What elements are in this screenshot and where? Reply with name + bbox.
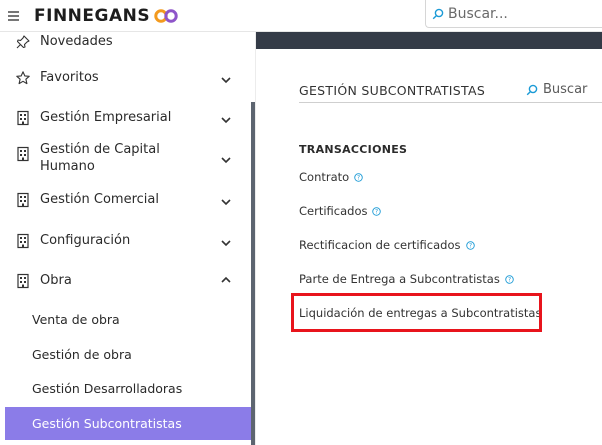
sidebar-item-gestion-empresarial[interactable]: Gestión Empresarial [0, 102, 252, 134]
chevron-down-icon[interactable] [219, 195, 233, 209]
sidebar-subitem-gestion-subcontratistas[interactable]: Gestión Subcontratistas [5, 407, 251, 440]
help-icon[interactable]: ? [354, 172, 363, 182]
sidebar-item-favoritos[interactable]: Favoritos [0, 62, 252, 94]
title-divider [299, 102, 602, 103]
help-icon[interactable]: ? [505, 274, 514, 284]
section-title-transacciones: TRANSACCIONES [299, 143, 408, 156]
help-icon[interactable]: ? [465, 240, 475, 250]
hamburger-menu-icon[interactable] [8, 8, 22, 22]
chevron-down-icon[interactable] [219, 73, 233, 87]
sidebar-subitem-gestion-desarrolladoras[interactable]: Gestión Desarrolladoras [5, 372, 251, 405]
global-search[interactable] [425, 0, 602, 28]
link-parte-de-entrega[interactable]: Parte de Entrega a Subcontratistas ? [299, 272, 514, 286]
sidebar-item-label: Obra [40, 273, 72, 288]
svg-text:?: ? [375, 209, 378, 215]
chevron-up-icon[interactable] [219, 273, 233, 287]
sidebar-item-label: Configuración [40, 233, 131, 248]
top-header: FINNEGANS [0, 0, 602, 32]
chevron-down-icon[interactable] [219, 153, 233, 167]
svg-text:?: ? [468, 243, 471, 249]
sidebar-item-label: Novedades [40, 34, 113, 49]
sidebar-item-label-line2: Humano [40, 159, 95, 174]
page-title: GESTIÓN SUBCONTRATISTAS [299, 83, 486, 98]
link-label: Certificados [299, 204, 368, 218]
sidebar-item-label: Gestión Empresarial [40, 110, 172, 125]
search-icon [526, 84, 538, 95]
sidebar-item-label: Gestión Comercial [40, 192, 159, 207]
building-icon [17, 146, 29, 162]
sidebar-item-gestion-capital-humano[interactable]: Gestión de Capital Humano [0, 140, 252, 180]
link-rectificacion-de-certificados[interactable]: Rectificacion de certificados ? [299, 238, 475, 252]
search-icon [432, 8, 444, 19]
sidebar: Novedades Favoritos Gestión Empresarial [0, 32, 256, 445]
sidebar-item-obra[interactable]: Obra [0, 265, 252, 297]
sidebar-item-label: Favoritos [40, 70, 99, 85]
link-contrato[interactable]: Contrato ? [299, 170, 363, 184]
link-label: Parte de Entrega a Subcontratistas [299, 272, 500, 286]
sidebar-item-gestion-comercial[interactable]: Gestión Comercial [0, 184, 252, 216]
building-icon [17, 273, 29, 289]
svg-text:?: ? [508, 277, 511, 283]
sidebar-subitem-gestion-de-obra[interactable]: Gestión de obra [5, 338, 251, 371]
building-icon [17, 192, 29, 208]
sidebar-subitem-label: Gestión Subcontratistas [32, 416, 182, 431]
pin-icon [16, 35, 30, 49]
link-label: Contrato [299, 170, 350, 184]
link-label: Liquidación de entregas a Subcontratista… [299, 306, 542, 320]
sidebar-item-novedades[interactable]: Novedades [0, 32, 252, 52]
star-icon [16, 71, 30, 85]
module-search-button[interactable]: Buscar [526, 82, 587, 97]
building-icon [17, 110, 29, 126]
main-content: GESTIÓN SUBCONTRATISTAS Buscar TRANSACCI… [256, 49, 602, 445]
logo-text: FINNEGANS [34, 6, 151, 26]
chevron-down-icon[interactable] [219, 236, 233, 250]
sidebar-item-configuracion[interactable]: Configuración [0, 225, 252, 257]
svg-text:?: ? [357, 175, 360, 181]
sidebar-subitem-venta-de-obra[interactable]: Venta de obra [5, 303, 251, 336]
main-top-bar [256, 32, 602, 49]
module-search-label: Buscar [543, 82, 588, 97]
help-icon[interactable]: ? [372, 206, 382, 216]
finnegans-logo[interactable]: FINNEGANS [34, 4, 178, 28]
sidebar-subitem-label: Gestión Desarrolladoras [32, 381, 183, 396]
logo-mark-icon [154, 9, 178, 23]
building-icon [17, 233, 29, 249]
chevron-down-icon[interactable] [219, 113, 233, 127]
sidebar-subitem-label: Gestión de obra [32, 347, 132, 362]
sidebar-subitem-label: Venta de obra [32, 312, 120, 327]
link-label: Rectificacion de certificados [299, 238, 461, 252]
global-search-input[interactable] [448, 5, 588, 22]
link-certificados[interactable]: Certificados ? [299, 204, 382, 218]
link-liquidacion-de-entregas[interactable]: Liquidación de entregas a Subcontratista… [299, 306, 541, 320]
sidebar-item-label-line1: Gestión de Capital [40, 142, 160, 157]
